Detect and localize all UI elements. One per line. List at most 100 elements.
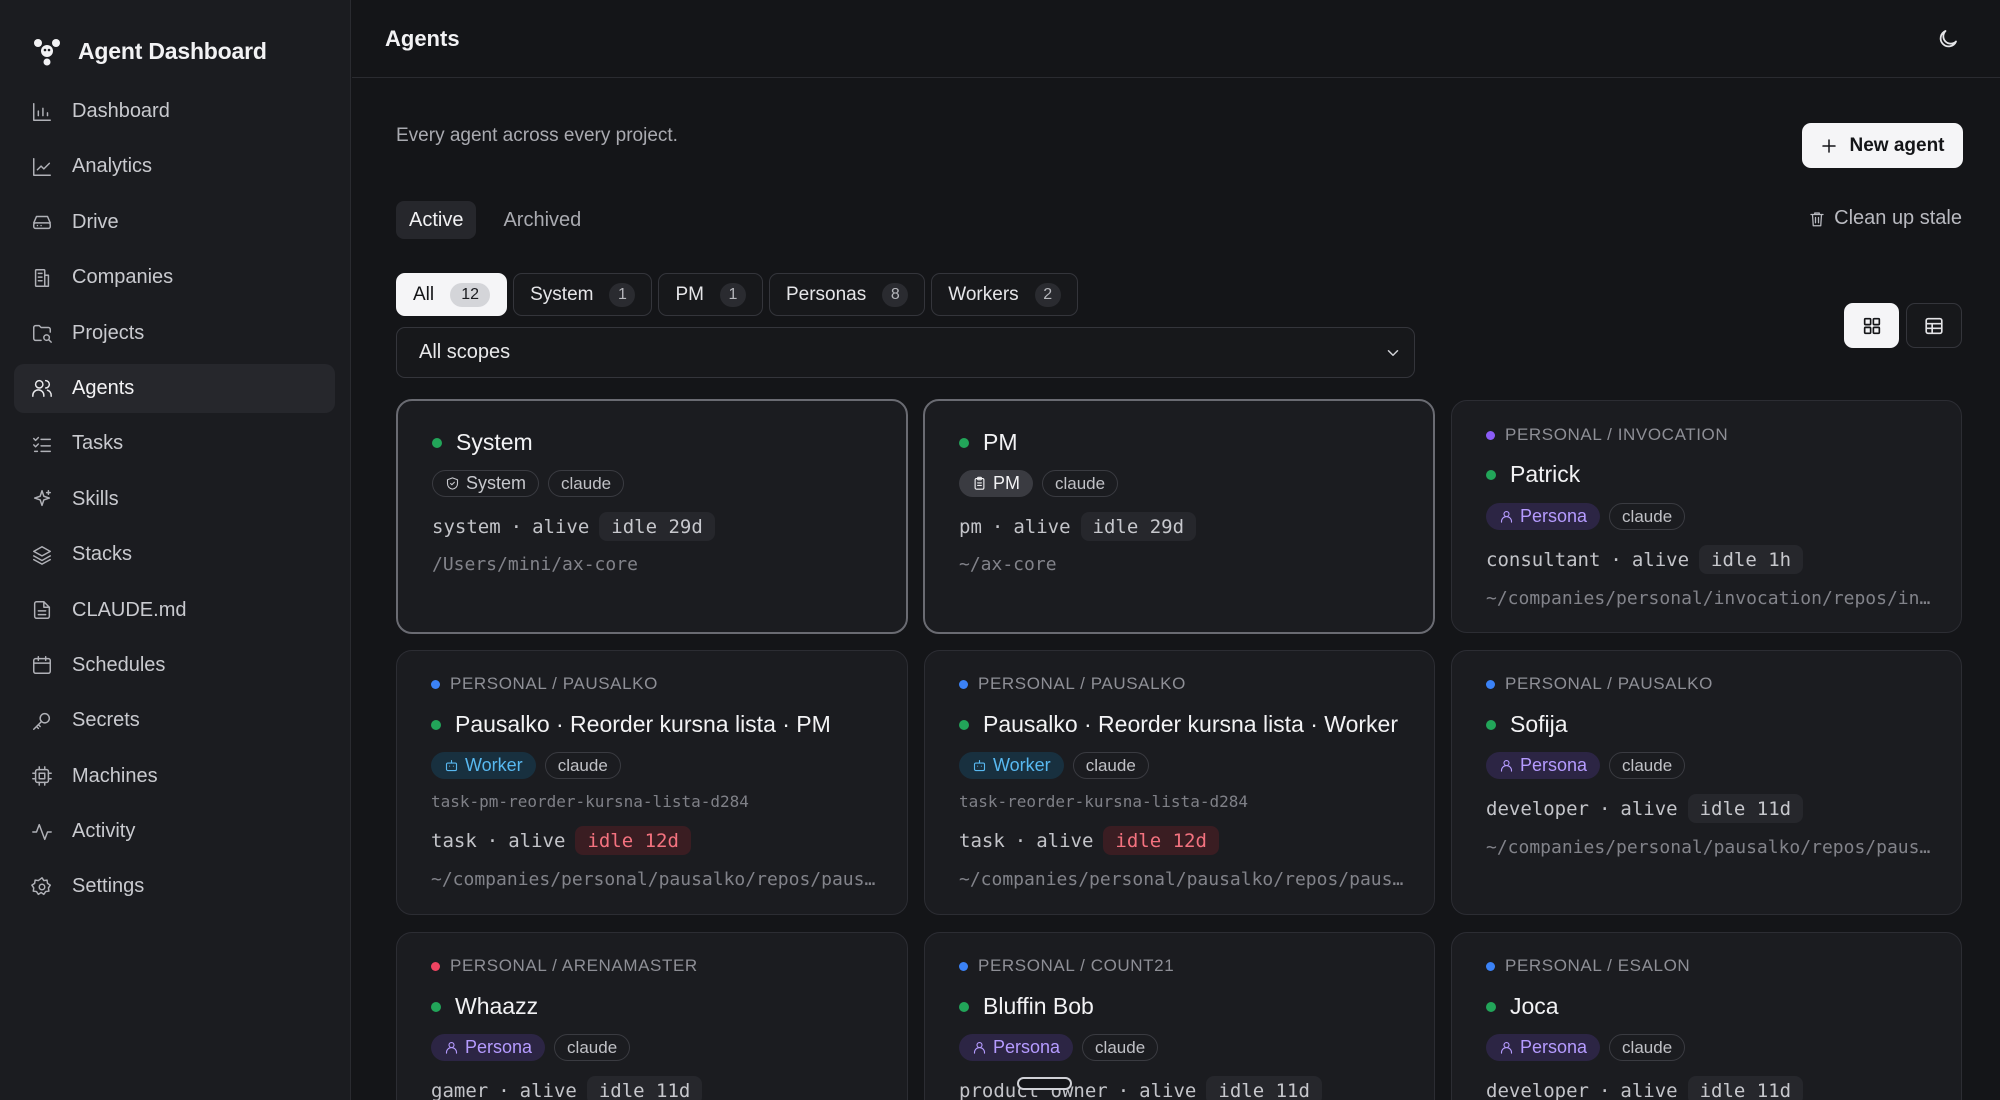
sidebar-item-stacks[interactable]: Stacks [14,530,335,579]
agent-state: alive [1036,829,1094,852]
scope-dot [431,961,440,971]
sidebar-item-tasks[interactable]: Tasks [14,419,335,468]
agent-card[interactable]: PERSONAL / COUNT21 Bluffin Bob Persona c… [924,932,1435,1100]
agent-scope-text: PERSONAL / COUNT21 [978,956,1175,975]
brand[interactable]: Agent Dashboard [32,36,267,66]
page-title: Agents [385,26,460,51]
scope-select-value: All scopes [419,341,511,363]
sidebar-item-dashboard[interactable]: Dashboard [14,87,335,136]
table-icon [1925,317,1943,334]
agent-path-text: ~/companies/personal/pausalko/repos/paus… [431,869,879,890]
agent-title: Pausalko · Reorder kursna lista · PM [431,711,879,738]
agent-card[interactable]: PERSONAL / ESALON Joca Persona claude de… [1451,932,1962,1100]
agent-state: alive [1631,548,1690,571]
kind-badge-label: PM [993,473,1020,493]
tab-active[interactable]: Active [396,201,477,239]
agent-card[interactable]: System System claude system · alive idle… [396,399,908,634]
idle-badge: idle 29d [1080,512,1197,541]
model-badge: claude [1082,1034,1159,1061]
sidebar-item-schedules[interactable]: Schedules [14,641,335,690]
sidebar-item-settings[interactable]: Settings [14,862,335,911]
agent-scope: PERSONAL / COUNT21 [959,956,1406,976]
tab-archived[interactable]: Archived [490,201,594,239]
agent-name: Whaazz [455,993,539,1019]
filter-system[interactable]: System 1 [513,273,653,316]
sidebar-item-label: Secrets [72,709,140,732]
separator: · [1610,548,1622,571]
kind-badge-label: Persona [465,1037,533,1057]
agent-card[interactable]: PERSONAL / PAUSALKO Pausalko · Reorder k… [396,650,908,915]
clean-up-stale-button[interactable]: Clean up stale [1808,207,1962,230]
sparkles-icon [31,488,53,510]
key-icon [31,710,53,732]
separator: · [1014,829,1027,852]
agent-path: ~/companies/personal/invocation/repos/in… [1486,588,1933,609]
filter-workers[interactable]: Workers 2 [931,273,1078,316]
agent-name: PM [983,429,1018,455]
building-icon [31,267,53,289]
sidebar-item-secrets[interactable]: Secrets [14,696,335,745]
filter-personas[interactable]: Personas 8 [768,273,926,316]
agent-scope: PERSONAL / INVOCATION [1486,425,1933,445]
agent-path: ~/companies/personal/pausalko/repos/paus… [431,869,879,890]
moon-icon[interactable] [1936,27,1960,51]
agent-card[interactable]: PM PM claude pm · alive idle 29d ~/ax-co… [923,399,1435,634]
sidebar-item-label: CLAUDE.md [72,598,187,621]
top-bar: Agents [352,0,2000,78]
filter-count: 12 [450,282,491,307]
sidebar-item-companies[interactable]: Companies [14,253,335,302]
agent-card[interactable]: PERSONAL / INVOCATION Patrick Persona cl… [1451,400,1962,633]
agent-badges: Persona claude [1486,503,1933,530]
kind-badge: PM [959,470,1033,497]
kind-badge: Persona [1486,752,1601,779]
kind-badge-label: System [466,473,527,493]
agent-role: pm [959,515,982,538]
agent-path-text: ~/ax-core [959,554,1057,575]
sidebar-item-drive[interactable]: Drive [14,198,335,247]
cpu-icon [31,765,53,787]
sidebar-item-analytics[interactable]: Analytics [14,142,335,191]
agent-card[interactable]: PERSONAL / ARENAMASTER Whaazz Persona cl… [396,932,908,1100]
chevron-down-icon [1384,344,1402,362]
model-badge: claude [1609,503,1686,530]
alive-dot [1486,719,1496,730]
new-agent-label: New agent [1849,134,1945,156]
agent-scope: PERSONAL / PAUSALKO [431,674,879,694]
alive-dot [959,719,969,730]
sidebar-item-agents[interactable]: Agents [14,363,335,413]
sidebar-item-projects[interactable]: Projects [14,309,335,358]
separator: · [498,1079,510,1100]
agent-title: Whaazz [431,993,879,1020]
scope-dot [959,961,968,971]
sidebar-item-skills[interactable]: Skills [14,475,335,524]
sidebar-item-activity[interactable]: Activity [14,807,335,856]
filter-count: 2 [1034,282,1061,307]
agent-role: developer [1486,1079,1589,1100]
idle-badge: idle 12d [575,826,691,855]
clean-up-stale-label: Clean up stale [1834,207,1962,229]
sidebar: Agent Dashboard Dashboard Analytics Driv… [0,0,351,1100]
grid-view-button[interactable] [1844,303,1899,348]
agent-path-text: ~/companies/personal/invocation/repos/in… [1486,588,1933,609]
sidebar-item-machines[interactable]: Machines [14,752,335,801]
users-icon [31,377,53,399]
scope-select[interactable]: All scopes [396,327,1415,378]
agent-name: Joca [1510,993,1559,1019]
scroll-indicator[interactable] [1017,1077,1072,1090]
idle-badge: idle 11d [1687,1076,1804,1100]
sidebar-item-claude-md[interactable]: CLAUDE.md [14,586,335,635]
agent-name: Patrick [1510,461,1581,487]
agent-card[interactable]: PERSONAL / PAUSALKO Sofija Persona claud… [1451,650,1962,915]
table-view-button[interactable] [1906,303,1962,348]
separator: · [991,515,1004,538]
agent-card[interactable]: PERSONAL / PAUSALKO Pausalko · Reorder k… [924,650,1435,915]
agent-title: Pausalko · Reorder kursna lista · Worker [959,711,1406,738]
new-agent-button[interactable]: New agent [1802,123,1963,168]
filter-all[interactable]: All 12 [396,273,508,316]
agent-role: system [432,515,501,538]
agent-scope: PERSONAL / PAUSALKO [959,674,1406,694]
filter-pm[interactable]: PM 1 [658,273,763,316]
page-subtitle: Every agent across every project. [396,125,678,146]
kind-badge-label: Worker [465,755,523,775]
logo-icon [34,39,60,66]
